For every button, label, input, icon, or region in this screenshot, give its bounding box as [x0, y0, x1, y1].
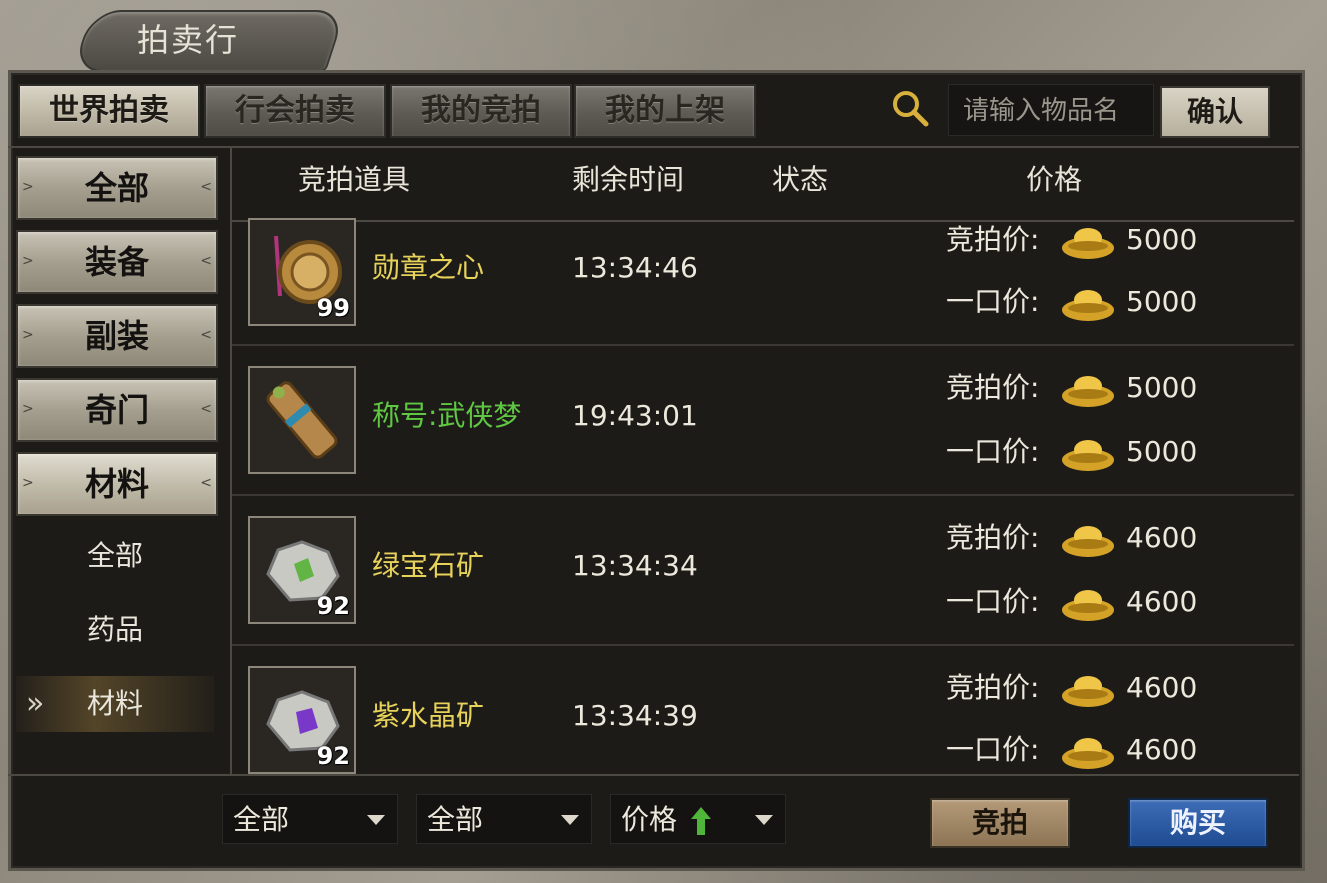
- bid-price-value: 4600: [1126, 521, 1198, 554]
- window-title: 拍卖行: [137, 21, 240, 59]
- dropdown-value: 价格: [621, 803, 678, 836]
- buyout-price-label: 一口价:: [946, 733, 1040, 766]
- confirm-button[interactable]: 确认: [1160, 86, 1270, 138]
- category-label: 全部: [84, 169, 149, 207]
- tab-my-listings[interactable]: 我的上架: [574, 84, 756, 138]
- tab-guild-auction[interactable]: 行会拍卖: [204, 84, 386, 138]
- buyout-price-value: 4600: [1126, 733, 1198, 766]
- column-header-time[interactable]: 剩余时间: [572, 160, 684, 200]
- buyout-price-label: 一口价:: [946, 285, 1040, 318]
- item-slot[interactable]: 92: [248, 516, 356, 624]
- gold-ingot-icon: [1062, 440, 1114, 471]
- chevron-left-icon: <: [200, 475, 212, 491]
- gold-ingot-icon: [1062, 738, 1114, 769]
- dropdown-arrow-icon: [367, 815, 385, 825]
- chevron-right-icon: >: [22, 179, 34, 195]
- time-remaining: 13:34:34: [572, 549, 698, 582]
- category-all[interactable]: > 全部 <: [16, 156, 218, 220]
- category-equipment[interactable]: > 装备 <: [16, 230, 218, 294]
- divider: [230, 148, 232, 774]
- dropdown-value: 全部: [233, 803, 290, 836]
- stack-count: 92: [316, 742, 350, 770]
- item-name: 绿宝石矿: [372, 549, 485, 582]
- time-remaining: 13:34:39: [572, 699, 698, 732]
- filter-dropdown-1[interactable]: 全部: [222, 794, 398, 844]
- gold-ingot-icon: [1062, 290, 1114, 321]
- scroll-icon: [266, 381, 338, 459]
- time-remaining: 19:43:01: [572, 399, 698, 432]
- buy-button[interactable]: 购买: [1128, 798, 1268, 848]
- column-header-price[interactable]: 价格: [1026, 160, 1082, 200]
- item-slot[interactable]: 99: [248, 218, 356, 326]
- buyout-price-label: 一口价:: [946, 585, 1040, 618]
- gold-ingot-icon: [1062, 676, 1114, 707]
- row-separator: [232, 344, 1294, 346]
- bid-price-value: 5000: [1126, 223, 1198, 256]
- item-name: 勋章之心: [372, 251, 485, 284]
- chevron-right-icon: >: [22, 475, 34, 491]
- dropdown-value: 全部: [427, 803, 484, 836]
- tab-world-auction[interactable]: 世界拍卖: [18, 84, 200, 138]
- column-header-item[interactable]: 竞拍道具: [298, 160, 410, 200]
- divider: [8, 774, 1299, 776]
- category-label: 副装: [84, 317, 149, 355]
- row-separator: [232, 644, 1294, 646]
- row-separator: [232, 494, 1294, 496]
- sort-ascending-icon: [691, 807, 711, 835]
- filter-dropdown-2[interactable]: 全部: [416, 794, 592, 844]
- item-name: 紫水晶矿: [372, 699, 485, 732]
- buyout-price-value: 4600: [1126, 585, 1198, 618]
- subcategory-all[interactable]: 全部: [16, 528, 214, 584]
- category-label: 奇门: [84, 391, 149, 429]
- stack-count: 99: [316, 294, 350, 322]
- gold-ingot-icon: [1062, 376, 1114, 407]
- category-materials[interactable]: > 材料 <: [16, 452, 218, 516]
- category-qimen[interactable]: > 奇门 <: [16, 378, 218, 442]
- sort-dropdown[interactable]: 价格: [610, 794, 786, 844]
- chevron-left-icon: <: [200, 401, 212, 417]
- buyout-price-label: 一口价:: [946, 435, 1040, 468]
- subcategory-potions[interactable]: 药品: [16, 602, 214, 658]
- chevron-left-icon: <: [200, 327, 212, 343]
- chevron-right-icon: >: [22, 327, 34, 343]
- double-chevron-icon: »: [26, 686, 45, 721]
- gold-ingot-icon: [1062, 590, 1114, 621]
- bid-price-value: 4600: [1126, 671, 1198, 704]
- bid-price-label: 竞拍价:: [946, 371, 1040, 404]
- chevron-left-icon: <: [200, 253, 212, 269]
- buyout-price-value: 5000: [1126, 435, 1198, 468]
- bid-price-value: 5000: [1126, 371, 1198, 404]
- bid-button[interactable]: 竞拍: [930, 798, 1070, 848]
- subcategory-label: 材料: [86, 687, 143, 720]
- item-slot[interactable]: 92: [248, 666, 356, 774]
- divider: [8, 146, 1299, 148]
- category-label: 材料: [84, 465, 149, 503]
- chevron-right-icon: >: [22, 253, 34, 269]
- dropdown-arrow-icon: [755, 815, 773, 825]
- dropdown-arrow-icon: [561, 815, 579, 825]
- tab-my-bids[interactable]: 我的竞拍: [390, 84, 572, 138]
- search-icon[interactable]: [890, 88, 930, 128]
- gold-ingot-icon: [1062, 228, 1114, 259]
- time-remaining: 13:34:46: [572, 251, 698, 284]
- chevron-left-icon: <: [200, 179, 212, 195]
- item-slot[interactable]: [248, 366, 356, 474]
- bid-price-label: 竞拍价:: [946, 223, 1040, 256]
- subcategory-materials[interactable]: » 材料: [16, 676, 214, 732]
- stack-count: 92: [316, 592, 350, 620]
- gold-ingot-icon: [1062, 526, 1114, 557]
- column-header-status[interactable]: 状态: [772, 160, 828, 200]
- category-label: 装备: [84, 243, 149, 281]
- buyout-price-value: 5000: [1126, 285, 1198, 318]
- search-input[interactable]: 请输入物品名: [948, 84, 1154, 136]
- item-name: 称号:武侠梦: [372, 399, 522, 432]
- bid-price-label: 竞拍价:: [946, 671, 1040, 704]
- chevron-right-icon: >: [22, 401, 34, 417]
- category-secondary[interactable]: > 副装 <: [16, 304, 218, 368]
- bid-price-label: 竞拍价:: [946, 521, 1040, 554]
